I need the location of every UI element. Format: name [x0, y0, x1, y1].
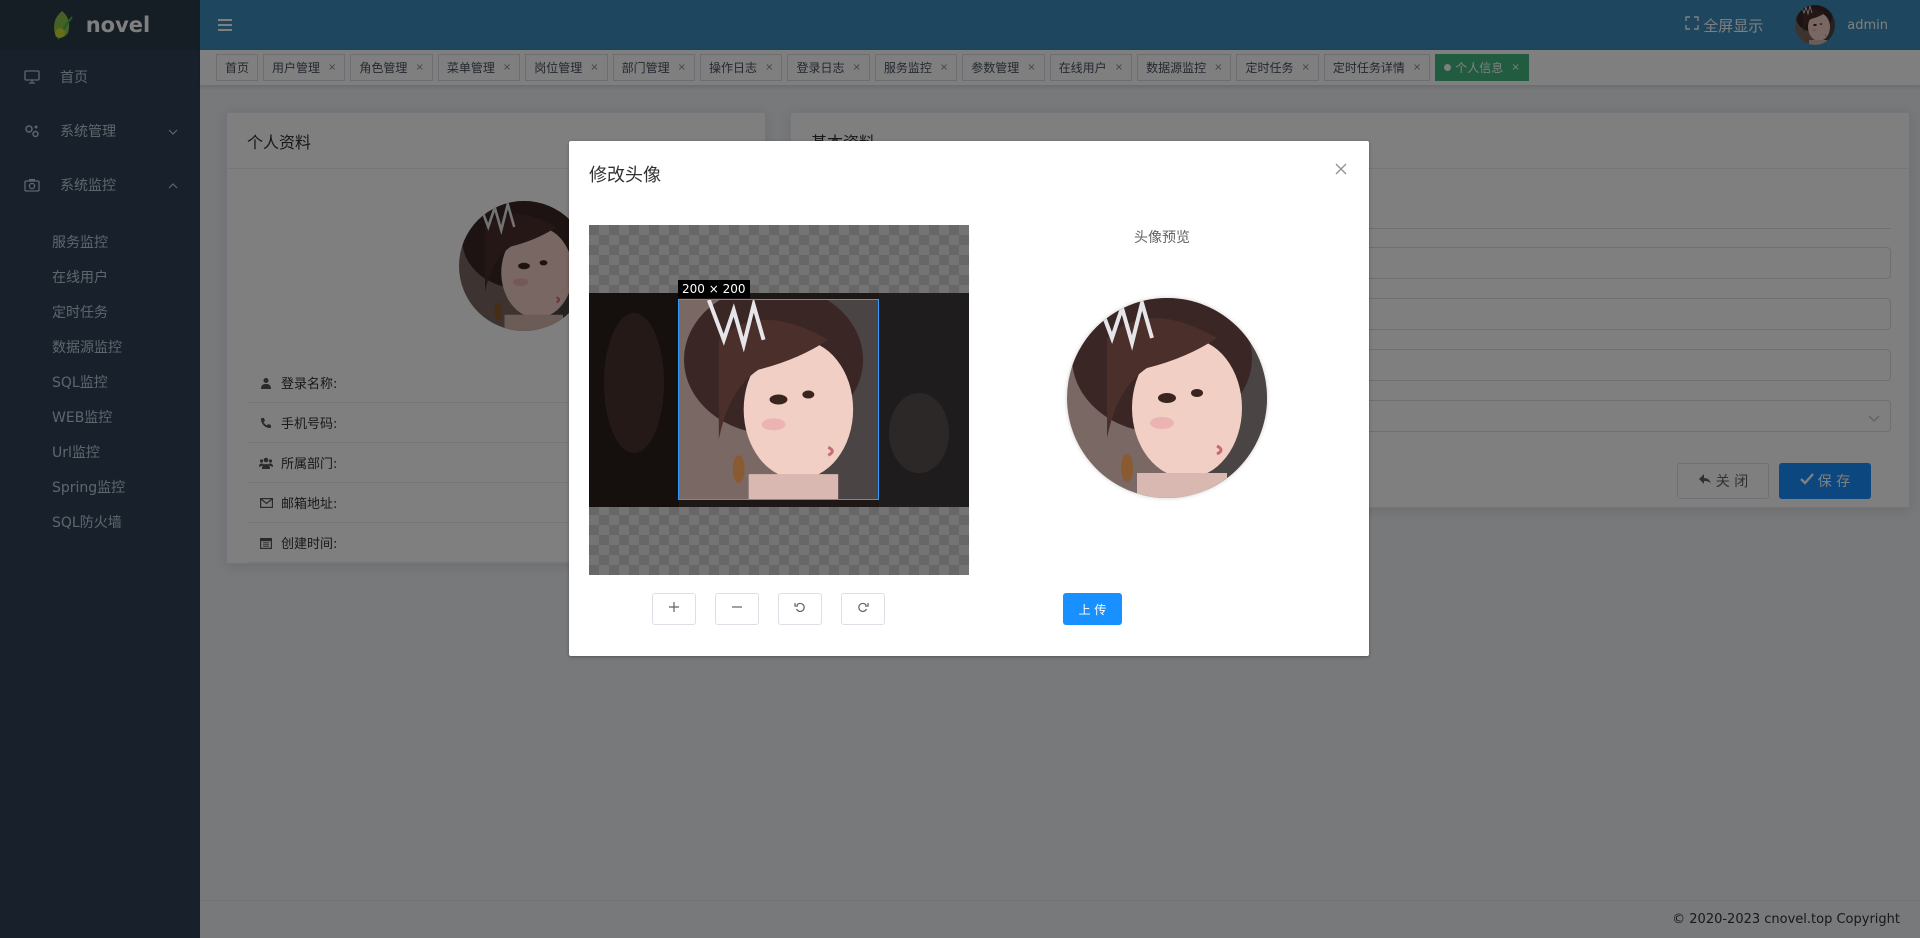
rotate-right-icon — [857, 601, 869, 617]
dialog-title: 修改头像 — [589, 165, 661, 186]
upload-button[interactable]: 上 传 — [1063, 593, 1122, 625]
rotate-right-button[interactable] — [841, 593, 885, 625]
avatar-preview — [1067, 298, 1267, 498]
crop-box[interactable] — [678, 299, 879, 500]
close-icon[interactable] — [1333, 161, 1349, 177]
zoom-out-button[interactable] — [715, 593, 759, 625]
rotate-left-icon — [794, 601, 806, 617]
rotate-left-button[interactable] — [778, 593, 822, 625]
image-cropper[interactable]: 200 × 200 — [589, 225, 969, 575]
zoom-in-button[interactable] — [652, 593, 696, 625]
preview-title: 头像预览 — [1134, 230, 1190, 246]
change-avatar-dialog: 修改头像 200 × 200 头像预览 上 传 — [569, 141, 1369, 656]
plus-icon — [668, 601, 680, 617]
crop-size-label: 200 × 200 — [678, 280, 750, 298]
minus-icon — [731, 601, 743, 617]
